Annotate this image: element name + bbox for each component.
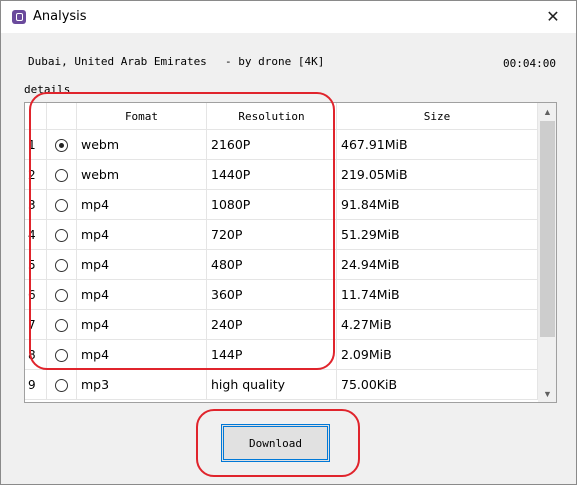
row-format: webm: [77, 160, 207, 190]
close-icon[interactable]: ✕: [530, 1, 576, 33]
row-index: 5: [25, 250, 47, 280]
scroll-down-icon[interactable]: ▼: [538, 385, 556, 402]
details-label: details: [24, 83, 71, 96]
table-row[interactable]: 6 mp4 360P 11.74MiB: [25, 280, 538, 310]
format-radio-button[interactable]: [55, 229, 68, 242]
row-index: 3: [25, 190, 47, 220]
row-format: mp4: [77, 220, 207, 250]
row-index: 9: [25, 370, 47, 400]
row-size: 75.00KiB: [337, 370, 538, 400]
download-button[interactable]: Download: [221, 424, 330, 462]
column-header-format[interactable]: Fomat: [77, 103, 207, 130]
format-radio-button[interactable]: [55, 259, 68, 272]
vertical-scrollbar[interactable]: ▲ ▼: [538, 103, 556, 402]
row-format: mp4: [77, 190, 207, 220]
row-format: mp4: [77, 310, 207, 340]
row-select-cell[interactable]: [47, 220, 77, 250]
format-list[interactable]: Fomat Resolution Size 1 webm 2160P 467.91Mi…: [24, 102, 557, 403]
row-size: 2.09MiB: [337, 340, 538, 370]
video-author: - by drone [4K]: [225, 55, 325, 68]
row-resolution: 144P: [207, 340, 337, 370]
row-resolution: high quality: [207, 370, 337, 400]
row-index: 6: [25, 280, 47, 310]
app-icon: [12, 10, 26, 24]
row-size: 91.84MiB: [337, 190, 538, 220]
row-index: 1: [25, 130, 47, 160]
format-radio-button[interactable]: [55, 349, 68, 362]
row-resolution: 2160P: [207, 130, 337, 160]
analysis-window: Analysis ✕ Dubai, United Arab Emirates -…: [0, 0, 577, 485]
table-row[interactable]: 5 mp4 480P 24.94MiB: [25, 250, 538, 280]
column-header-select: [47, 103, 77, 130]
format-radio-button[interactable]: [55, 289, 68, 302]
row-size: 24.94MiB: [337, 250, 538, 280]
row-format: webm: [77, 130, 207, 160]
row-select-cell[interactable]: [47, 250, 77, 280]
row-size: 4.27MiB: [337, 310, 538, 340]
title-bar[interactable]: Analysis ✕: [1, 1, 576, 33]
row-select-cell[interactable]: [47, 190, 77, 220]
column-header-resolution[interactable]: Resolution: [207, 103, 337, 130]
format-radio-button[interactable]: [55, 319, 68, 332]
row-format: mp3: [77, 370, 207, 400]
row-size: 51.29MiB: [337, 220, 538, 250]
row-size: 467.91MiB: [337, 130, 538, 160]
row-index: 8: [25, 340, 47, 370]
table-row[interactable]: 8 mp4 144P 2.09MiB: [25, 340, 538, 370]
row-select-cell[interactable]: [47, 370, 77, 400]
format-radio-button[interactable]: [55, 379, 68, 392]
row-index: 2: [25, 160, 47, 190]
column-header-index: [25, 103, 47, 130]
row-format: mp4: [77, 280, 207, 310]
row-resolution: 720P: [207, 220, 337, 250]
row-format: mp4: [77, 250, 207, 280]
row-index: 7: [25, 310, 47, 340]
row-select-cell[interactable]: [47, 310, 77, 340]
format-radio-button[interactable]: [55, 199, 68, 212]
format-radio-button[interactable]: [55, 139, 68, 152]
table-row[interactable]: 1 webm 2160P 467.91MiB: [25, 130, 538, 160]
window-title: Analysis: [33, 9, 87, 24]
video-duration: 00:04:00: [503, 57, 556, 70]
table-row[interactable]: 2 webm 1440P 219.05MiB: [25, 160, 538, 190]
scroll-thumb[interactable]: [540, 121, 555, 337]
row-resolution: 1080P: [207, 190, 337, 220]
column-header-size[interactable]: Size: [337, 103, 538, 130]
row-select-cell[interactable]: [47, 130, 77, 160]
table-row[interactable]: 7 mp4 240P 4.27MiB: [25, 310, 538, 340]
row-resolution: 480P: [207, 250, 337, 280]
row-size: 11.74MiB: [337, 280, 538, 310]
table-row[interactable]: 9 mp3 high quality 75.00KiB: [25, 370, 538, 400]
table-row[interactable]: 4 mp4 720P 51.29MiB: [25, 220, 538, 250]
row-select-cell[interactable]: [47, 280, 77, 310]
scroll-up-icon[interactable]: ▲: [538, 103, 556, 120]
row-select-cell[interactable]: [47, 340, 77, 370]
row-index: 4: [25, 220, 47, 250]
row-format: mp4: [77, 340, 207, 370]
row-select-cell[interactable]: [47, 160, 77, 190]
row-resolution: 360P: [207, 280, 337, 310]
format-radio-button[interactable]: [55, 169, 68, 182]
row-resolution: 240P: [207, 310, 337, 340]
video-title: Dubai, United Arab Emirates: [28, 55, 207, 68]
row-resolution: 1440P: [207, 160, 337, 190]
row-size: 219.05MiB: [337, 160, 538, 190]
table-row[interactable]: 3 mp4 1080P 91.84MiB: [25, 190, 538, 220]
